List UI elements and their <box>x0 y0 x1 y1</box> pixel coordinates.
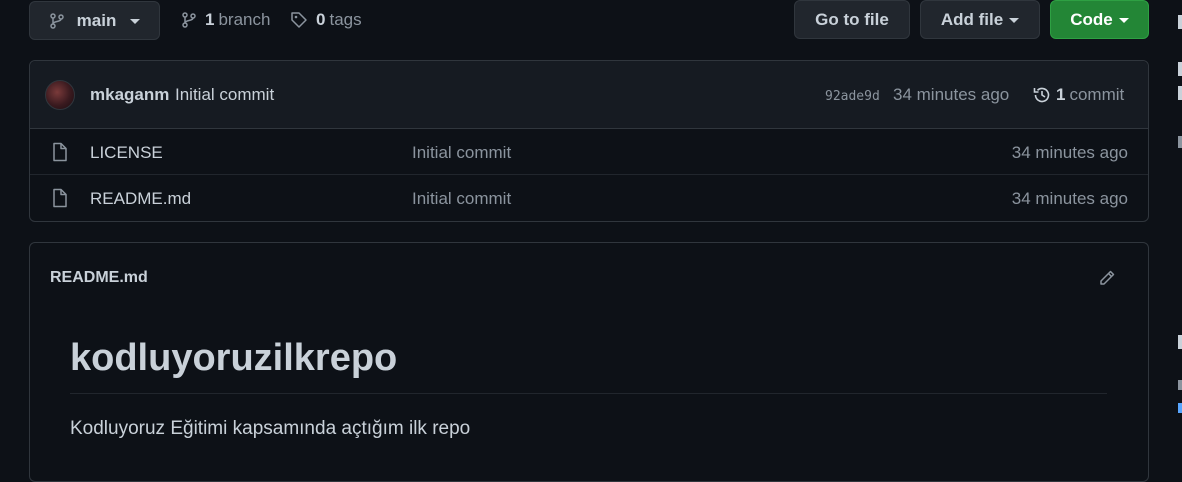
commit-sha[interactable]: 92ade9d <box>825 89 880 104</box>
readme-heading: kodluyoruzilkrepo <box>70 337 398 379</box>
edit-pencil-icon[interactable] <box>1098 269 1116 287</box>
sidebar-edge <box>1176 0 1182 467</box>
go-to-file-label: Go to file <box>815 9 889 29</box>
chevron-down-icon <box>1009 18 1020 23</box>
go-to-file-button[interactable]: Go to file <box>794 0 910 39</box>
file-commit-message[interactable]: Initial commit <box>412 189 511 209</box>
branch-word: branch <box>218 10 271 29</box>
file-commit-time: 34 minutes ago <box>1011 189 1128 208</box>
file-browser: mkaganm Initial commit 92ade9d 34 minute… <box>29 60 1149 222</box>
avatar[interactable] <box>45 80 75 110</box>
file-icon <box>51 188 69 208</box>
add-file-button[interactable]: Add file <box>920 0 1040 39</box>
table-row[interactable]: LICENSE Initial commit 34 minutes ago <box>30 129 1148 175</box>
commit-count: 1 <box>1056 85 1066 104</box>
commit-author[interactable]: mkaganm <box>90 85 169 105</box>
readme-paragraph: Kodluyoruz Eğitimi kapsamında açtığım il… <box>70 418 471 439</box>
readme-filename: README.md <box>50 269 148 286</box>
latest-commit-bar: mkaganm Initial commit 92ade9d 34 minute… <box>30 61 1148 129</box>
branch-count: 1 <box>205 10 215 29</box>
branch-select-button[interactable]: main <box>29 1 160 40</box>
git-branch-icon <box>181 12 197 28</box>
add-file-label: Add file <box>940 9 1004 29</box>
branches-link[interactable]: 1 branch <box>181 10 270 30</box>
commit-word: commit <box>1069 85 1125 104</box>
git-branch-icon <box>49 12 65 29</box>
readme-panel: README.md kodluyoruzilkrepo Kodluyoruz E… <box>29 242 1149 482</box>
commit-time: 34 minutes ago <box>893 85 1010 104</box>
file-name[interactable]: LICENSE <box>90 143 163 163</box>
history-icon <box>1032 85 1052 105</box>
file-commit-message[interactable]: Initial commit <box>412 143 511 163</box>
file-icon <box>51 142 69 162</box>
tag-icon <box>290 11 308 29</box>
tag-word: tags <box>329 10 362 29</box>
commit-message[interactable]: Initial commit <box>175 85 274 105</box>
table-row[interactable]: README.md Initial commit 34 minutes ago <box>30 175 1148 221</box>
branch-name: main <box>76 10 117 30</box>
code-label: Code <box>1070 9 1113 29</box>
file-commit-time: 34 minutes ago <box>1011 143 1128 162</box>
file-name[interactable]: README.md <box>90 189 191 209</box>
tag-count: 0 <box>316 10 326 29</box>
readme-heading-divider <box>70 393 1107 394</box>
chevron-down-icon <box>130 19 141 24</box>
tags-link[interactable]: 0 tags <box>290 10 362 30</box>
code-button[interactable]: Code <box>1050 0 1149 39</box>
chevron-down-icon <box>1118 18 1129 23</box>
commits-link[interactable]: 1 commit <box>1032 85 1124 105</box>
